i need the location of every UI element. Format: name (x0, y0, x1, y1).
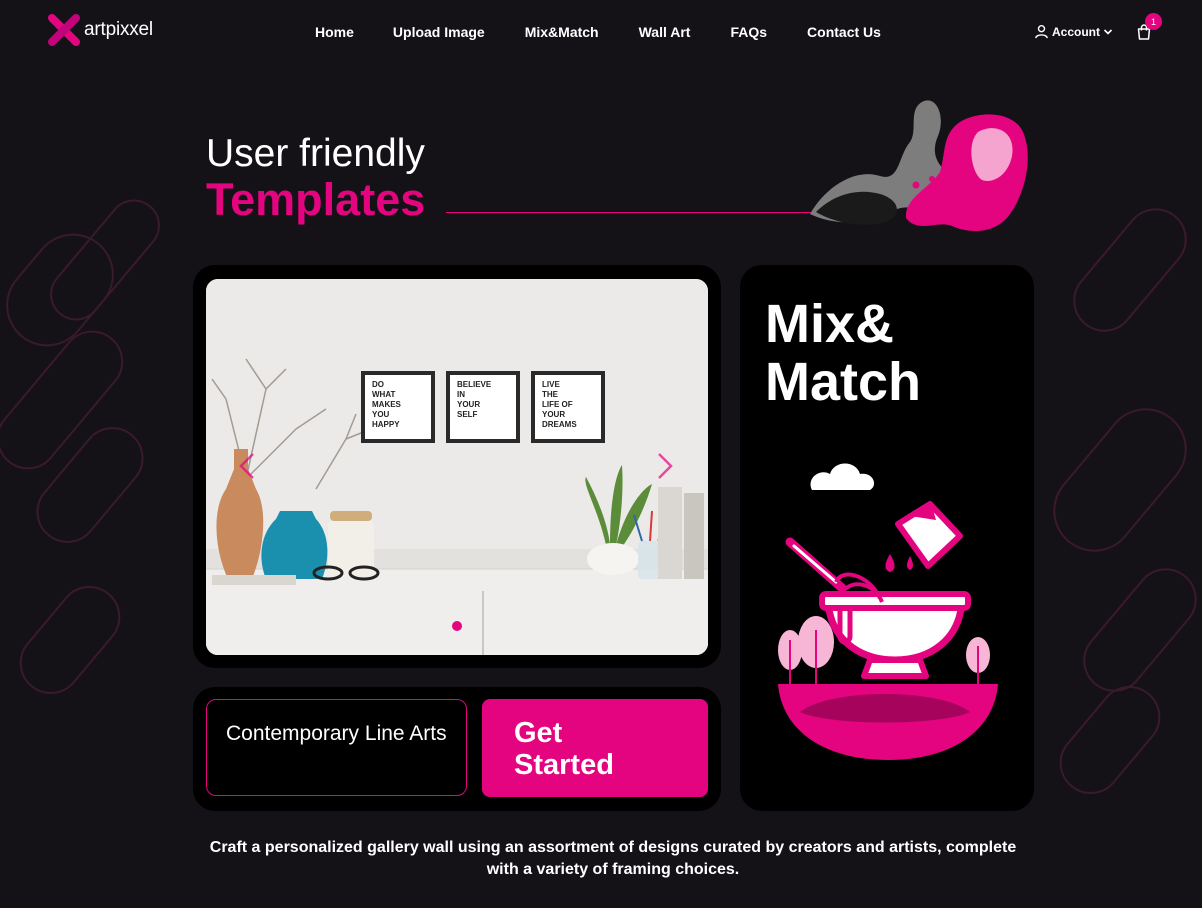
nav-wall-art[interactable]: Wall Art (639, 24, 691, 40)
template-preview-image: DO WHAT MAKES YOU HAPPY BELIEVE IN YOUR … (206, 279, 708, 655)
frame-3-line-4: YOUR (542, 410, 565, 419)
mix-match-title: Mix& Match (765, 294, 922, 412)
frame-1-line-5: HAPPY (372, 420, 400, 429)
mixing-bowl-illustration (778, 463, 998, 760)
chevron-right-icon[interactable] (656, 452, 674, 480)
frame-1-line-4: YOU (372, 410, 390, 419)
frame-1-line-1: DO (372, 380, 384, 389)
hero-heading-line1: User friendly (206, 132, 425, 175)
frame-2-line-3: YOUR (457, 400, 480, 409)
frame-2-line-4: SELF (457, 410, 478, 419)
frame-1-line-2: WHAT (372, 390, 396, 399)
frame-3-line-2: THE (542, 390, 559, 399)
brand-name: artpixxel (84, 19, 153, 40)
account-label: Account (1052, 24, 1100, 39)
nav-home[interactable]: Home (315, 24, 354, 40)
decorative-paint-blob (810, 100, 1028, 231)
chevron-down-icon (1103, 28, 1113, 35)
account-menu[interactable]: Account (1034, 24, 1113, 39)
heading-divider (446, 212, 814, 213)
frame-3-line-1: LIVE (542, 380, 560, 389)
nav-upload-image[interactable]: Upload Image (393, 24, 485, 40)
chevron-left-icon[interactable] (238, 452, 256, 480)
frame-1-line-3: MAKES (372, 400, 402, 409)
nav-faqs[interactable]: FAQs (730, 24, 767, 40)
top-navbar: artpixxel Home Upload Image Mix&Match Wa… (0, 0, 1202, 64)
user-icon (1035, 24, 1048, 39)
category-label: Contemporary Line Arts (226, 722, 447, 745)
main-nav: Home Upload Image Mix&Match Wall Art FAQ… (300, 24, 881, 40)
frame-3-line-3: LIFE OF (542, 400, 573, 409)
frame-2-line-1: BELIEVE (457, 380, 492, 389)
nav-contact-us[interactable]: Contact Us (807, 24, 881, 40)
get-started-button[interactable]: Get Started (482, 699, 708, 797)
tagline-text: Craft a personalized gallery wall using … (209, 839, 1017, 878)
logo-x-icon (48, 14, 80, 46)
cart-count-badge: 1 (1145, 13, 1162, 30)
slider-dot[interactable] (452, 621, 462, 631)
brand-logo[interactable]: artpixxel (48, 14, 153, 46)
hero-heading-line2: Templates (206, 174, 426, 225)
get-started-label: Get Started (514, 717, 614, 781)
nav-mix-match[interactable]: Mix&Match (525, 24, 599, 40)
frame-3-line-5: DREAMS (542, 420, 577, 429)
frame-2-line-2: IN (457, 390, 465, 399)
